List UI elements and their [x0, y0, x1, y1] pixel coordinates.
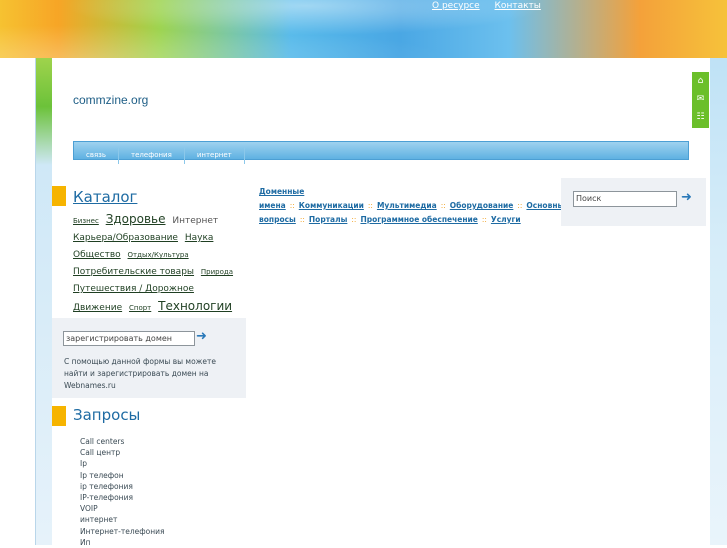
queries-list: Call centers Call центр Ip Ip телефон ip тел…: [80, 436, 165, 548]
catalog-list: Бизнес Здоровье Интернет Карьера/Образов…: [73, 211, 243, 317]
query-item[interactable]: Call центр: [80, 447, 165, 458]
search-input[interactable]: Поиск: [573, 191, 677, 207]
search-submit-arrow-icon[interactable]: ➜: [681, 190, 692, 205]
topic-separator: ::: [351, 215, 357, 224]
topic-separator: ::: [517, 201, 523, 210]
right-decor-strip: [710, 58, 727, 545]
topic-separator: ::: [367, 201, 373, 210]
menu-item-telefoniya[interactable]: телефония: [119, 147, 185, 164]
topic-separator: ::: [299, 215, 305, 224]
catalog-item[interactable]: Потребительские товары: [73, 267, 194, 277]
catalog-item[interactable]: Отдых/Культура: [128, 251, 189, 259]
topic-link[interactable]: Доменные имена: [259, 187, 304, 210]
queries-accent: [52, 406, 66, 426]
topic-link[interactable]: Порталы: [309, 215, 347, 224]
query-item[interactable]: IP-телефония: [80, 492, 165, 503]
topic-separator: ::: [481, 215, 487, 224]
catalog-accent: [52, 186, 66, 206]
query-item[interactable]: Ip телефон: [80, 470, 165, 481]
query-item[interactable]: Ip: [80, 458, 165, 469]
query-item[interactable]: ip телефония: [80, 481, 165, 492]
catalog-item[interactable]: Общество: [73, 250, 121, 260]
query-item[interactable]: Ип: [80, 537, 165, 548]
topic-link[interactable]: Оборудование: [450, 201, 514, 210]
menu-item-internet[interactable]: интернет: [185, 147, 245, 164]
top-nav: О ресурсе Контакты: [432, 1, 553, 11]
catalog-title[interactable]: Каталог: [73, 188, 137, 206]
topic-link[interactable]: Мультимедиа: [377, 201, 437, 210]
contacts-link[interactable]: Контакты: [495, 1, 541, 11]
query-item[interactable]: VOIP: [80, 503, 165, 514]
topic-links: Доменные имена:: Коммуникации:: Мультимеди…: [259, 185, 569, 227]
main-menu: связь телефония интернет: [73, 141, 689, 164]
domain-help-text: С помощью данной формы вы можете найти и…: [64, 357, 217, 390]
catalog-item[interactable]: Здоровье: [106, 212, 166, 226]
domain-submit-arrow-icon[interactable]: ➜: [196, 329, 207, 344]
mail-icon[interactable]: ✉: [692, 90, 709, 108]
catalog-item[interactable]: Бизнес: [73, 217, 99, 225]
topic-separator: ::: [440, 201, 446, 210]
topic-separator: ::: [289, 201, 295, 210]
query-item[interactable]: интернет: [80, 514, 165, 525]
catalog-item[interactable]: Наука: [185, 233, 214, 243]
topic-link[interactable]: Коммуникации: [299, 201, 364, 210]
header-banner: [0, 0, 727, 58]
topic-link[interactable]: Программное обеспечение: [360, 215, 477, 224]
catalog-item[interactable]: Технологии: [158, 299, 232, 313]
topic-link[interactable]: Услуги: [491, 215, 521, 224]
home-icon[interactable]: ⌂: [692, 72, 709, 90]
domain-input[interactable]: зарегистрировать домен: [63, 331, 195, 346]
query-item[interactable]: Call centers: [80, 436, 165, 447]
left-decor-strip: [35, 58, 53, 545]
catalog-item[interactable]: Карьера/Образование: [73, 233, 178, 243]
menu-item-svyaz[interactable]: связь: [74, 147, 120, 164]
query-item[interactable]: Интернет-телефония: [80, 526, 165, 537]
catalog-item[interactable]: Спорт: [129, 304, 151, 312]
site-title[interactable]: commzine.org: [73, 93, 148, 107]
side-icon-bar: ⌂ ✉ ☷: [692, 72, 709, 128]
sitemap-icon[interactable]: ☷: [692, 108, 709, 126]
queries-title: Запросы: [73, 406, 141, 424]
about-link[interactable]: О ресурсе: [432, 1, 480, 11]
catalog-item[interactable]: Интернет: [172, 216, 218, 226]
catalog-item[interactable]: Природа: [201, 268, 233, 276]
